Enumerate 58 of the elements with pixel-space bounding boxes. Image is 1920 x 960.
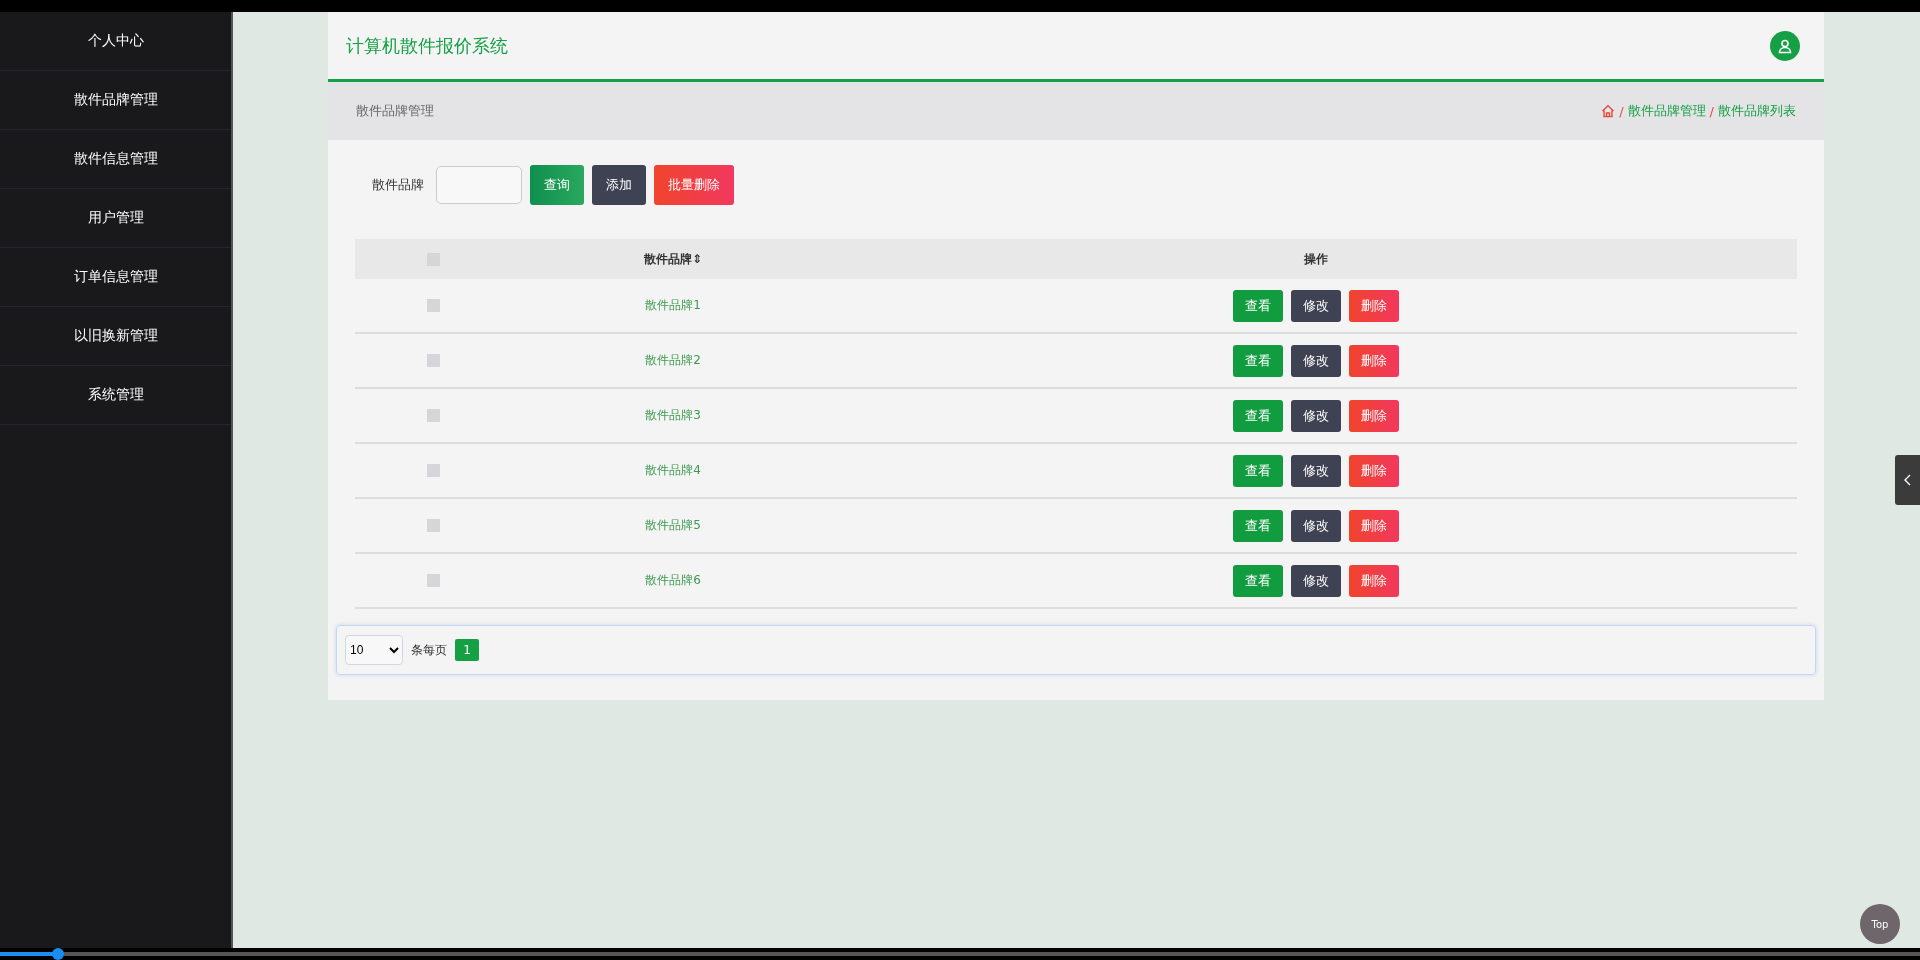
edit-button[interactable]: 修改: [1291, 344, 1341, 377]
search-label: 散件品牌: [372, 176, 424, 194]
delete-button[interactable]: 删除: [1349, 454, 1399, 487]
query-button[interactable]: 查询: [530, 165, 584, 205]
page-title: 散件品牌管理: [356, 102, 434, 120]
sidebar-item[interactable]: 散件品牌管理: [0, 71, 231, 130]
view-button[interactable]: 查看: [1233, 344, 1283, 377]
breadcrumb-separator: /: [1619, 103, 1624, 119]
edit-button[interactable]: 修改: [1291, 399, 1341, 432]
column-header: 操作: [1304, 250, 1328, 268]
add-button[interactable]: 添加: [592, 165, 646, 205]
sidebar-item[interactable]: 订单信息管理: [0, 248, 231, 307]
collapse-tab[interactable]: [1895, 455, 1920, 505]
sidebar-item[interactable]: 系统管理: [0, 366, 231, 425]
brand-name: 散件品牌6: [645, 572, 701, 589]
brand-name: 散件品牌4: [645, 462, 701, 479]
chevron-left-icon: [1902, 473, 1913, 487]
brand-name: 散件品牌5: [645, 517, 701, 534]
delete-button[interactable]: 删除: [1349, 509, 1399, 542]
per-page-label: 条每页: [411, 641, 447, 659]
view-button[interactable]: 查看: [1233, 399, 1283, 432]
edit-button[interactable]: 修改: [1291, 289, 1341, 322]
edit-button[interactable]: 修改: [1291, 564, 1341, 597]
edit-button[interactable]: 修改: [1291, 454, 1341, 487]
row-checkbox[interactable]: [426, 519, 440, 532]
row-checkbox[interactable]: [426, 409, 440, 422]
view-button[interactable]: 查看: [1233, 289, 1283, 322]
system-title: 计算机散件报价系统: [346, 33, 508, 58]
sidebar-item[interactable]: 散件信息管理: [0, 130, 231, 189]
delete-button[interactable]: 批量删除: [654, 165, 734, 205]
brand-name: 散件品牌1: [645, 297, 701, 314]
delete-button[interactable]: 删除: [1349, 289, 1399, 322]
row-checkbox[interactable]: [426, 574, 440, 587]
sidebar-item[interactable]: 个人中心: [0, 12, 231, 71]
column-header: 散件品牌⇕: [643, 250, 703, 268]
breadcrumb-separator: /: [1709, 103, 1714, 119]
view-button[interactable]: 查看: [1233, 509, 1283, 542]
view-button[interactable]: 查看: [1233, 454, 1283, 487]
row-checkbox[interactable]: [426, 299, 440, 312]
user-icon[interactable]: [1770, 30, 1800, 61]
search-field[interactable]: [436, 166, 522, 204]
row-checkbox[interactable]: [426, 464, 440, 477]
sidebar-item[interactable]: 以旧换新管理: [0, 307, 231, 366]
delete-button[interactable]: 删除: [1349, 399, 1399, 432]
sidebar-item[interactable]: 用户管理: [0, 189, 231, 248]
view-button[interactable]: 查看: [1233, 564, 1283, 597]
brand-name: 散件品牌3: [645, 407, 701, 424]
breadcrumb-link[interactable]: 散件品牌管理: [1627, 102, 1706, 120]
home-icon[interactable]: [1601, 104, 1616, 118]
progress-handle[interactable]: [51, 948, 64, 960]
edit-button[interactable]: 修改: [1291, 509, 1341, 542]
page-size-select[interactable]: 10: [345, 635, 403, 665]
brand-name: 散件品牌2: [645, 352, 701, 369]
breadcrumb-link[interactable]: 散件品牌列表: [1718, 102, 1796, 120]
row-checkbox[interactable]: [426, 354, 440, 367]
delete-button[interactable]: 删除: [1349, 564, 1399, 597]
page-button[interactable]: 1: [455, 639, 479, 661]
delete-button[interactable]: 删除: [1349, 344, 1399, 377]
